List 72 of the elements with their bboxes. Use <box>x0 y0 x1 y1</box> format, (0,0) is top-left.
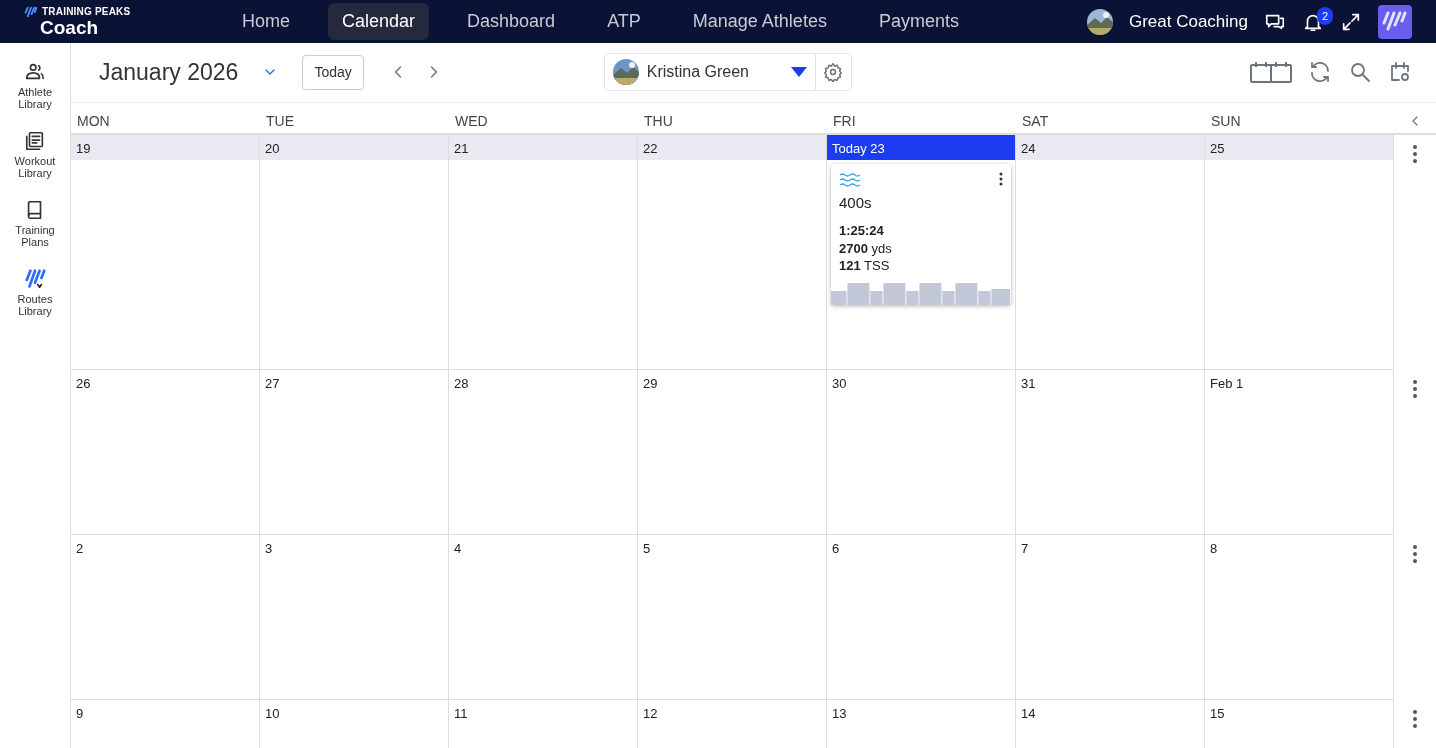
day-number: 21 <box>449 134 637 160</box>
sidebar-item[interactable]: Athlete Library <box>10 87 60 111</box>
more-icon[interactable] <box>1413 379 1417 398</box>
day-number: 9 <box>75 704 85 723</box>
workout-tss: 121 TSS <box>839 257 891 275</box>
day-number: 20 <box>260 134 448 160</box>
product-name: Coach <box>39 18 100 37</box>
weekday-header: FRI <box>832 111 857 131</box>
more-icon[interactable] <box>999 171 1003 186</box>
day-number: 30 <box>831 374 848 393</box>
nav-tab[interactable]: Payments <box>864 3 973 40</box>
day-number: 6 <box>831 539 841 558</box>
day-number: Feb 1 <box>1209 374 1245 393</box>
weekday-header: WED <box>454 111 489 131</box>
route-logo-icon[interactable] <box>24 268 46 291</box>
day-number: 2 <box>75 539 85 558</box>
settings-icon[interactable] <box>823 62 844 83</box>
nav-tab[interactable]: Dashboard <box>453 3 570 40</box>
app-logo-icon[interactable] <box>1378 4 1412 39</box>
month-title: January 2026 <box>99 58 239 88</box>
week-view-icon[interactable] <box>1250 61 1292 84</box>
workout-duration: 1:25:24 <box>839 222 885 240</box>
day-number: 28 <box>453 374 470 393</box>
document-list-icon[interactable] <box>24 130 46 153</box>
nav-tab[interactable]: ATP <box>593 3 655 40</box>
swim-wave-icon <box>839 171 861 188</box>
day-number: 5 <box>642 539 652 558</box>
nav-tab[interactable]: Manage Athletes <box>678 3 841 40</box>
day-number: 24 <box>1016 134 1204 160</box>
day-number: 15 <box>1209 704 1226 723</box>
athlete-selector[interactable]: Kristina Green <box>603 53 852 92</box>
day-number: 22 <box>638 134 826 160</box>
day-number: 19 <box>71 134 259 160</box>
day-number: 14 <box>1020 704 1037 723</box>
weekday-header: SAT <box>1021 111 1050 131</box>
day-number: 31 <box>1020 374 1037 393</box>
day-number: 29 <box>642 374 659 393</box>
more-icon[interactable] <box>1413 144 1417 163</box>
sidebar-item[interactable]: Workout Library <box>10 156 60 180</box>
sidebar-item[interactable]: Training Plans <box>10 225 60 249</box>
day-number: 13 <box>831 704 848 723</box>
workout-title: 400s <box>839 192 873 213</box>
workout-card[interactable]: 400s 1:25:24 2700 yds 121 TSS <box>831 163 1011 305</box>
day-number: 4 <box>453 539 463 558</box>
refresh-icon[interactable] <box>1308 60 1332 85</box>
day-number: 27 <box>264 374 281 393</box>
weekday-header: TUE <box>265 111 295 131</box>
day-number: 12 <box>642 704 659 723</box>
notification-count: 2 <box>1316 6 1333 25</box>
weekday-header: THU <box>643 111 674 131</box>
day-number: 25 <box>1205 134 1393 160</box>
day-number: 7 <box>1020 539 1030 558</box>
more-icon[interactable] <box>1413 709 1417 728</box>
nav-tab[interactable]: Calendar <box>328 3 430 40</box>
day-number: 3 <box>264 539 274 558</box>
account-name[interactable]: Great Coaching <box>1128 8 1248 35</box>
logo-icon <box>24 6 38 18</box>
day-number: 10 <box>264 704 281 723</box>
weekday-header: MON <box>76 111 111 131</box>
day-number: 26 <box>75 374 92 393</box>
day-number: 8 <box>1209 539 1219 558</box>
day-number: 11 <box>453 704 469 723</box>
nav-tab[interactable]: Home <box>228 3 304 40</box>
search-icon[interactable] <box>1348 60 1372 85</box>
brand-name: TRAINING PEAKS <box>42 7 131 17</box>
workout-distance: 2700 yds <box>839 239 893 258</box>
more-icon[interactable] <box>1413 544 1417 563</box>
sidebar-item[interactable]: Routes Library <box>10 294 60 318</box>
weekday-header: SUN <box>1210 111 1242 131</box>
today-button[interactable]: Today <box>302 54 364 90</box>
caret-icon <box>790 67 807 78</box>
today-date: Today 23 <box>827 134 1015 160</box>
